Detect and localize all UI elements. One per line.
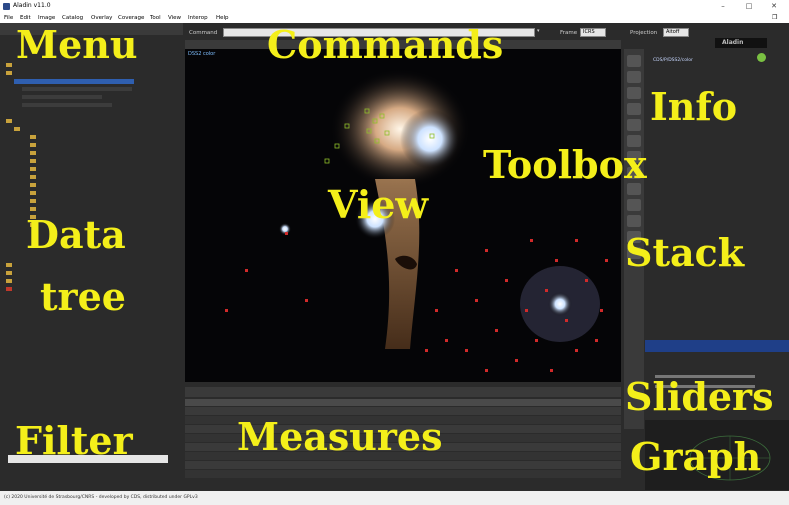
tree-node[interactable] bbox=[22, 95, 102, 99]
table-row[interactable] bbox=[185, 461, 621, 469]
menu-file[interactable]: File bbox=[4, 15, 13, 21]
command-label: Command bbox=[189, 30, 218, 36]
aladin-logo-text: Aladin bbox=[722, 39, 744, 46]
overlay-sliders: Sliders bbox=[625, 374, 774, 419]
tree-node[interactable] bbox=[30, 151, 38, 157]
app-icon bbox=[3, 3, 10, 10]
menu-interop[interactable]: Interop bbox=[188, 15, 208, 21]
aladin-window: Aladin v11.0 – □ ✕ File Edit Image Catal… bbox=[0, 0, 789, 505]
tree-node-selected[interactable] bbox=[14, 79, 134, 84]
stack-selected-plane[interactable] bbox=[645, 340, 789, 352]
window-title: Aladin v11.0 bbox=[13, 2, 51, 9]
chevron-down-icon[interactable]: ▾ bbox=[537, 28, 540, 34]
tree-node[interactable] bbox=[6, 63, 14, 69]
menu-edit[interactable]: Edit bbox=[20, 15, 31, 21]
frame-label: Frame bbox=[560, 30, 578, 36]
maximize-button[interactable]: □ bbox=[738, 0, 760, 13]
projection-select[interactable]: Aitoff bbox=[663, 28, 689, 37]
close-button[interactable]: ✕ bbox=[763, 0, 785, 13]
menu-view[interactable]: View bbox=[168, 15, 181, 21]
tree-node[interactable] bbox=[6, 279, 14, 285]
overlay-tree: tree bbox=[40, 274, 126, 319]
frame-select[interactable]: ICRS bbox=[580, 28, 606, 37]
copyright-text: (c) 2020 Université de Strasbourg/CNRS -… bbox=[4, 495, 198, 500]
overlay-measures: Measures bbox=[237, 414, 443, 459]
view-label: DSS2 color bbox=[188, 51, 216, 57]
overlay-toolbox: Toolbox bbox=[483, 142, 647, 187]
projection-label: Projection bbox=[630, 30, 658, 36]
overlay-graph: Graph bbox=[630, 434, 762, 479]
tree-node[interactable] bbox=[14, 127, 22, 133]
measures-header bbox=[185, 399, 621, 406]
tree-node[interactable] bbox=[6, 287, 14, 293]
overlay-view: View bbox=[328, 182, 429, 227]
title-bar: Aladin v11.0 – □ ✕ bbox=[0, 0, 789, 13]
draw-tool-icon[interactable] bbox=[627, 119, 641, 131]
overlay-data: Data bbox=[26, 212, 126, 257]
measures-toolbar bbox=[185, 387, 621, 397]
tree-node[interactable] bbox=[6, 263, 14, 269]
tree-node[interactable] bbox=[30, 143, 38, 149]
tree-node[interactable] bbox=[6, 71, 14, 77]
menu-tool[interactable]: Tool bbox=[150, 15, 161, 21]
overlay-commands: Commands bbox=[267, 22, 504, 67]
hips-name: CDS/P/DSS2/color bbox=[653, 58, 693, 63]
menu-overlay[interactable]: Overlay bbox=[91, 15, 112, 21]
restore-icon[interactable]: ❐ bbox=[772, 14, 777, 21]
menu-image[interactable]: Image bbox=[38, 15, 55, 21]
pan-tool-icon[interactable] bbox=[627, 71, 641, 83]
table-row[interactable] bbox=[185, 470, 621, 478]
minimize-button[interactable]: – bbox=[712, 0, 734, 13]
dist-tool-icon[interactable] bbox=[627, 87, 641, 99]
overlay-filter: Filter bbox=[15, 418, 133, 463]
tree-node[interactable] bbox=[30, 183, 38, 189]
overlay-menu: Menu bbox=[16, 22, 138, 67]
menu-coverage[interactable]: Coverage bbox=[118, 15, 144, 21]
menu-catalog[interactable]: Catalog bbox=[62, 15, 83, 21]
info-icon[interactable] bbox=[757, 53, 766, 62]
tree-node[interactable] bbox=[30, 135, 38, 141]
hist-tool-icon[interactable] bbox=[627, 215, 641, 227]
overlay-info: Info bbox=[650, 84, 738, 129]
menu-help[interactable]: Help bbox=[216, 15, 229, 21]
tree-node[interactable] bbox=[30, 191, 38, 197]
tree-node[interactable] bbox=[30, 199, 38, 205]
cont-tool-icon[interactable] bbox=[627, 199, 641, 211]
tree-node[interactable] bbox=[22, 87, 132, 91]
tree-node[interactable] bbox=[22, 103, 112, 107]
tree-node[interactable] bbox=[30, 167, 38, 173]
tree-node[interactable] bbox=[6, 271, 14, 277]
phot-tool-icon[interactable] bbox=[627, 103, 641, 115]
status-bar: (c) 2020 Université de Strasbourg/CNRS -… bbox=[0, 491, 789, 505]
tree-node[interactable] bbox=[30, 159, 38, 165]
select-tool-icon[interactable] bbox=[627, 55, 641, 67]
tree-node[interactable] bbox=[30, 175, 38, 181]
tree-node[interactable] bbox=[6, 119, 14, 125]
overlay-stack: Stack bbox=[625, 230, 745, 275]
